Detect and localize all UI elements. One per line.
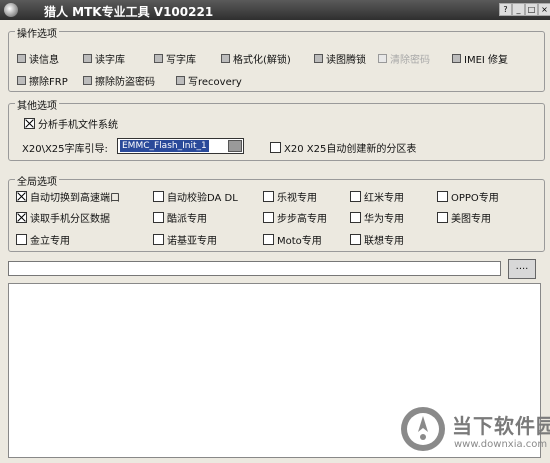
help-button[interactable]: ? [499,3,512,16]
checkbox-box[interactable] [154,54,163,63]
app-icon [4,3,18,17]
checkbox-box [378,54,387,63]
operations-legend: 操作选项 [15,25,59,40]
checkbox-lenovo[interactable]: 联想专用 [350,232,404,247]
checkbox-imei-repair[interactable]: IMEI 修复 [452,51,508,66]
checkbox-label: 擦除防盗密码 [95,77,155,88]
checkbox-label: 格式化(解锁) [233,55,291,66]
checkbox-gionee[interactable]: 金立专用 [16,232,70,247]
browse-button[interactable]: .... [508,259,536,279]
checkbox-label: 乐视专用 [277,193,317,204]
checkbox-box[interactable] [16,212,27,223]
minimize-button[interactable]: _ [512,3,525,16]
checkbox-label: X20 X25自动创建新的分区表 [284,144,417,155]
checkbox-box[interactable] [314,54,323,63]
checkbox-label: OPPO专用 [451,193,499,204]
checkbox-write-flash[interactable]: 写字库 [154,51,196,66]
checkbox-analyze-filesystem[interactable]: 分析手机文件系统 [24,116,118,131]
checkbox-box[interactable] [176,76,185,85]
lib-boot-label: X20\X25字库引导: [22,144,108,155]
checkbox-erase-antitheft[interactable]: 擦除防盗密码 [83,73,155,88]
window-title: 猎人 MTK专业工具 V100221 [44,5,214,19]
lib-boot-value: EMMC_Flash_Init_1 [120,140,209,152]
checkbox-write-recovery[interactable]: 写recovery [176,73,242,88]
checkbox-box[interactable] [350,191,361,202]
checkbox-box[interactable] [263,234,274,245]
checkbox-box[interactable] [153,212,164,223]
checkbox-label: 分析手机文件系统 [38,120,118,131]
watermark-name: 当下软件园 [452,414,550,438]
checkbox-label: 华为专用 [364,214,404,225]
checkbox-redmi[interactable]: 红米专用 [350,189,404,204]
checkbox-letv[interactable]: 乐视专用 [263,189,317,204]
checkbox-box[interactable] [17,76,26,85]
checkbox-box[interactable] [350,212,361,223]
watermark-logo-icon [401,407,445,451]
checkbox-read-info[interactable]: 读信息 [17,51,59,66]
checkbox-label: 写recovery [188,77,242,88]
checkbox-label: 红米专用 [364,193,404,204]
checkbox-label: 诺基亚专用 [167,236,217,247]
checkbox-auto-verify-da[interactable]: 自动校验DA DL [153,189,238,204]
checkbox-meitu[interactable]: 美图专用 [437,210,491,225]
checkbox-label: 清除密码 [390,55,430,66]
checkbox-huawei[interactable]: 华为专用 [350,210,404,225]
checkbox-box[interactable] [263,191,274,202]
checkbox-box[interactable] [153,191,164,202]
checkbox-label: 自动校验DA DL [167,193,238,204]
checkbox-label: 擦除FRP [29,77,68,88]
checkbox-label: IMEI 修复 [464,55,509,66]
checkbox-box[interactable] [24,118,35,129]
checkbox-box[interactable] [221,54,230,63]
checkbox-label: 步步高专用 [277,214,327,225]
checkbox-format-unlock[interactable]: 格式化(解锁) [221,51,291,66]
checkbox-label: 读取手机分区数据 [30,214,110,225]
checkbox-label: 联想专用 [364,236,404,247]
checkbox-erase-frp[interactable]: 擦除FRP [17,73,68,88]
other-options-legend: 其他选项 [15,97,59,112]
checkbox-box[interactable] [437,212,448,223]
close-button[interactable]: × [538,3,550,16]
checkbox-coolpad[interactable]: 酷派专用 [153,210,207,225]
checkbox-box[interactable] [452,54,461,63]
title-bar: 猎人 MTK专业工具 V100221 ? _ □ × [0,0,550,20]
checkbox-oppo[interactable]: OPPO专用 [437,189,499,204]
maximize-button[interactable]: □ [525,3,538,16]
checkbox-auto-partition-table[interactable]: X20 X25自动创建新的分区表 [270,140,416,155]
checkbox-read-partition-data[interactable]: 读取手机分区数据 [16,210,110,225]
checkbox-box[interactable] [83,54,92,63]
lib-boot-select[interactable]: EMMC_Flash_Init_1 [117,138,244,154]
checkbox-auto-highspeed-port[interactable]: 自动切换到高速端口 [16,189,120,204]
checkbox-read-pattern-lock[interactable]: 读图腾锁 [314,51,366,66]
checkbox-moto[interactable]: Moto专用 [263,232,322,247]
checkbox-box[interactable] [16,234,27,245]
checkbox-box[interactable] [83,76,92,85]
checkbox-bbk[interactable]: 步步高专用 [263,210,327,225]
checkbox-box[interactable] [153,234,164,245]
checkbox-label: 酷派专用 [167,214,207,225]
checkbox-box[interactable] [17,54,26,63]
checkbox-label: 写字库 [166,55,196,66]
checkbox-box[interactable] [263,212,274,223]
checkbox-label: 读图腾锁 [326,55,366,66]
dropdown-arrow-icon[interactable] [228,140,242,152]
checkbox-box[interactable] [437,191,448,202]
checkbox-label: 金立专用 [30,236,70,247]
checkbox-read-flash[interactable]: 读字库 [83,51,125,66]
checkbox-label: Moto专用 [277,236,322,247]
checkbox-box[interactable] [16,191,27,202]
global-options-legend: 全局选项 [15,173,59,188]
file-path-input[interactable] [8,261,501,276]
checkbox-box[interactable] [350,234,361,245]
watermark: 当下软件园 www.downxia.com [398,404,550,460]
checkbox-nokia[interactable]: 诺基亚专用 [153,232,217,247]
checkbox-box[interactable] [270,142,281,153]
checkbox-label: 美图专用 [451,214,491,225]
checkbox-label: 自动切换到高速端口 [30,193,120,204]
checkbox-label: 读信息 [29,55,59,66]
watermark-url: www.downxia.com [454,439,548,450]
checkbox-clear-password: 清除密码 [378,51,430,66]
checkbox-label: 读字库 [95,55,125,66]
